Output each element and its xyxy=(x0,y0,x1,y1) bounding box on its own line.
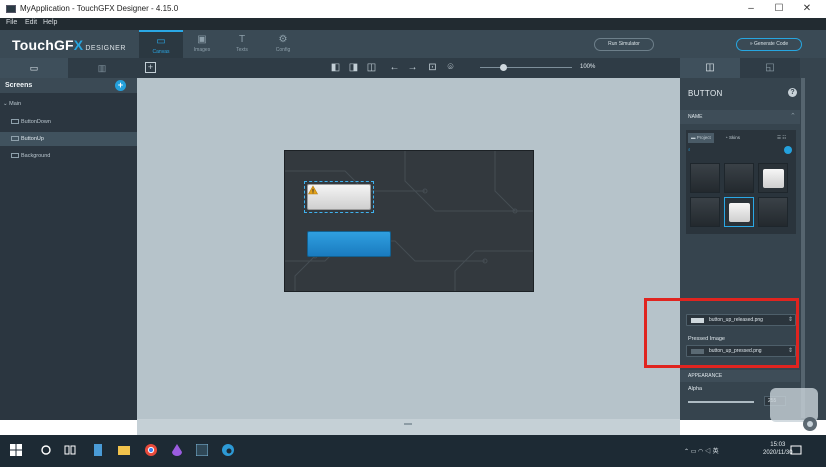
images-icon: ▣ xyxy=(197,34,207,45)
tab-images[interactable]: ▣ Images xyxy=(180,30,224,58)
image-widget-icon xyxy=(11,153,19,159)
highlight-box xyxy=(644,298,799,368)
ui-screen-preview[interactable] xyxy=(284,150,534,292)
button-up-widget[interactable] xyxy=(307,184,371,210)
taskbar-clock[interactable]: 15:03 2020/11/30 xyxy=(763,441,793,457)
watermark-logo xyxy=(770,388,818,431)
scrollbar-grip[interactable] xyxy=(404,423,412,425)
close-button[interactable]: ✕ xyxy=(794,2,820,16)
search-icon[interactable] xyxy=(40,444,52,456)
menu-edit[interactable]: Edit xyxy=(25,19,37,26)
zoom-level: 100% xyxy=(580,64,596,70)
app-header: TouchGFX DESIGNER ▭ Canvas ▣ Images T Tex… xyxy=(0,30,826,58)
chrome-icon[interactable] xyxy=(145,444,157,456)
send-backward-icon[interactable]: ◨ xyxy=(348,62,359,73)
tree-item-buttondown[interactable]: ButtonDown xyxy=(0,115,137,129)
tab-texts[interactable]: T Texts xyxy=(220,30,264,58)
add-screen-button[interactable]: + xyxy=(115,80,126,91)
file-explorer-icon[interactable] xyxy=(118,444,130,456)
paint-app-icon[interactable] xyxy=(171,444,183,456)
tab-interactions[interactable]: ◱ xyxy=(740,58,800,78)
touchgfx-taskbar-icon[interactable] xyxy=(196,444,208,456)
properties-tabs: ◫ ◱ xyxy=(680,58,800,78)
run-simulator-button[interactable]: Run Simulator xyxy=(594,38,654,51)
help-icon[interactable]: ? xyxy=(788,88,797,97)
app-icon xyxy=(6,5,16,13)
tab-widgets-view[interactable]: ▥ xyxy=(68,58,136,78)
windows-taskbar: ⌃ ▭ ◠ ◁ 英 15:03 2020/11/30 xyxy=(0,435,826,467)
zoom-slider-track[interactable] xyxy=(480,67,572,68)
fit-to-screen-icon[interactable]: ⊡ xyxy=(427,62,438,73)
image-thumbnail-selected[interactable] xyxy=(724,197,754,227)
chevron-up-icon: ⌃ xyxy=(790,113,796,120)
generate-code-button[interactable]: » Generate Code xyxy=(736,38,802,51)
widget-type-title: BUTTON xyxy=(688,89,723,98)
screens-label: Screens xyxy=(5,82,33,89)
add-widget-button[interactable]: + xyxy=(145,62,156,73)
group-icon[interactable]: ◫ xyxy=(366,62,377,73)
name-section-label: NAME xyxy=(688,114,703,120)
tab-canvas[interactable]: ▭ Canvas xyxy=(139,30,183,58)
tab-screens-view[interactable]: ▭ xyxy=(0,58,68,78)
image-thumbnail[interactable] xyxy=(690,163,720,193)
window-title: MyApplication - TouchGFX Designer - 4.15… xyxy=(20,4,179,13)
maximize-button[interactable]: ☐ xyxy=(766,2,792,16)
tree-item-main[interactable]: ⌄ Main xyxy=(0,97,137,111)
image-thumbnail[interactable] xyxy=(758,163,788,193)
grid-view-icon[interactable]: ☰ ☷ xyxy=(774,133,789,143)
texts-icon: T xyxy=(238,34,246,45)
left-panel: ▭ ▥ Screens + ⌄ Main ButtonDown ButtonUp… xyxy=(0,58,137,420)
left-panel-tabs: ▭ ▥ xyxy=(0,58,137,78)
minimize-button[interactable]: – xyxy=(738,2,764,16)
undo-icon[interactable]: ← xyxy=(389,62,400,73)
add-image-button[interactable] xyxy=(784,146,792,154)
image-thumbnail[interactable] xyxy=(758,197,788,227)
menu-help[interactable]: Help xyxy=(43,19,57,26)
properties-scrollbar[interactable] xyxy=(801,78,805,418)
notification-icon[interactable] xyxy=(790,445,802,457)
warning-icon xyxy=(308,185,318,195)
touchgfx-logo: TouchGFX DESIGNER xyxy=(12,37,126,53)
button-down-widget[interactable] xyxy=(307,231,391,257)
zoom-slider-handle[interactable] xyxy=(500,64,507,71)
canvas-icon: ▭ xyxy=(156,36,166,47)
tree-item-background[interactable]: Background xyxy=(0,149,137,163)
system-tray[interactable]: ⌃ ▭ ◠ ◁ 英 xyxy=(684,446,719,455)
window-title-bar: MyApplication - TouchGFX Designer - 4.15… xyxy=(0,0,826,18)
calculator-icon[interactable] xyxy=(92,444,104,456)
image-thumbnail[interactable] xyxy=(690,197,720,227)
snap-icon[interactable]: ⌾ xyxy=(445,62,456,73)
image-thumbnail[interactable] xyxy=(724,163,754,193)
bring-forward-icon[interactable]: ◧ xyxy=(330,62,341,73)
alpha-label: Alpha xyxy=(688,386,703,392)
redo-icon[interactable]: → xyxy=(407,62,418,73)
tab-skins[interactable]: ◔ Skins xyxy=(722,133,743,143)
edge-icon[interactable] xyxy=(222,444,234,456)
menu-file[interactable]: File xyxy=(6,19,17,26)
config-icon: ⚙ xyxy=(278,34,288,45)
image-picker: ▬ Project ◔ Skins ☰ ☷ ⌕ xyxy=(686,130,796,234)
appearance-section-header[interactable]: APPEARANCE xyxy=(680,370,800,382)
tab-properties[interactable]: ◫ xyxy=(680,58,740,78)
screens-header: Screens + xyxy=(0,78,137,93)
menu-bar: File Edit Help xyxy=(0,18,826,30)
canvas-horizontal-scrollbar[interactable] xyxy=(137,419,680,435)
name-section-header[interactable]: NAME ⌃ xyxy=(680,110,800,124)
circuit-background xyxy=(285,151,533,291)
appearance-section-label: APPEARANCE xyxy=(688,373,723,379)
windows-start-icon[interactable] xyxy=(10,444,22,456)
canvas-toolbar: + ◧ ◨ ◫ ← → ⊡ ⌾ xyxy=(137,58,680,78)
tree-item-buttonup[interactable]: ButtonUp xyxy=(0,132,137,146)
button-widget-icon xyxy=(11,119,19,125)
task-view-icon[interactable] xyxy=(64,444,76,456)
button-widget-icon xyxy=(11,136,19,142)
tab-project-images[interactable]: ▬ Project xyxy=(688,133,714,143)
tab-config[interactable]: ⚙ Config xyxy=(261,30,305,58)
search-icon: ⌕ xyxy=(688,147,691,152)
image-source-tabs: ▬ Project ◔ Skins ☰ ☷ xyxy=(688,133,794,143)
image-search[interactable]: ⌕ xyxy=(688,147,691,152)
